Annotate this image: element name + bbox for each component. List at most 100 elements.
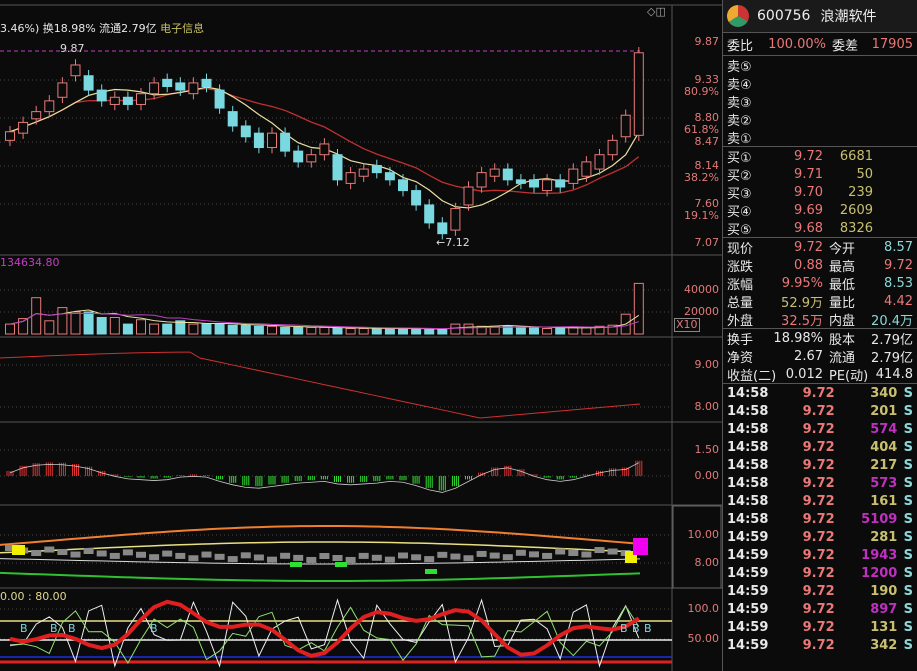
volume-bar bbox=[332, 328, 343, 335]
trend-block bbox=[253, 554, 264, 561]
candle bbox=[620, 114, 631, 138]
tick-side: S bbox=[903, 547, 913, 563]
volume-bar bbox=[240, 324, 251, 335]
fundamentals: 换手 18.98% 股本 2.79亿 净资 2.67 流通 2.79亿 收益(二) 0.012 PE… bbox=[723, 328, 917, 384]
sell-level: 卖② bbox=[723, 110, 917, 129]
tick-list[interactable]: 14:58 9.72 340 S 14:58 9.72 201 S 14:58 9.72 574 S 1… bbox=[723, 383, 917, 654]
volume-bar bbox=[515, 326, 526, 335]
volume-multiplier[interactable]: X10 bbox=[674, 318, 700, 332]
candle bbox=[358, 168, 369, 177]
candle bbox=[476, 172, 487, 188]
quote-label: 现价 bbox=[727, 241, 754, 257]
tick-side: S bbox=[903, 601, 913, 617]
tick-time: 14:58 bbox=[727, 493, 769, 509]
axis-tick-label: 8.00 bbox=[694, 400, 720, 413]
volume-bar bbox=[214, 323, 225, 335]
quote-label: 最低 bbox=[829, 277, 856, 293]
tick-volume: 573 bbox=[870, 475, 898, 491]
weicha-label: 委差 bbox=[832, 38, 859, 54]
sell-label: 卖② bbox=[727, 113, 752, 129]
trend-block bbox=[555, 548, 566, 555]
sell-label: 卖⑤ bbox=[727, 59, 752, 75]
tick-side: S bbox=[903, 493, 913, 509]
trend-block bbox=[70, 551, 81, 558]
fund-label: PE(动) bbox=[829, 368, 869, 384]
trend-block bbox=[515, 549, 526, 556]
tick-time: 14:59 bbox=[727, 583, 769, 599]
candle bbox=[5, 131, 15, 141]
trend-block bbox=[437, 551, 448, 558]
candle bbox=[345, 172, 356, 184]
trend-block bbox=[502, 554, 513, 561]
trend-block bbox=[568, 550, 579, 557]
buy-level: 买④ 9.69 2609 bbox=[723, 201, 917, 220]
tick-time: 14:58 bbox=[727, 385, 769, 401]
trend-block bbox=[240, 552, 251, 559]
volume-bar bbox=[5, 323, 15, 335]
tick-side: S bbox=[903, 583, 913, 599]
buy-label: 买⑤ bbox=[727, 222, 752, 238]
trend-block bbox=[371, 554, 382, 561]
volume-bar bbox=[44, 320, 55, 335]
volume-bar bbox=[227, 324, 238, 335]
fund-value: 2.79亿 bbox=[871, 332, 913, 348]
quote-label: 涨幅 bbox=[727, 277, 754, 293]
volume-bar bbox=[57, 307, 68, 335]
candle bbox=[398, 179, 408, 192]
quote-row: 外盘 32.5万 内盘 20.4万 bbox=[723, 310, 917, 329]
signal-block bbox=[335, 562, 347, 567]
candle bbox=[463, 186, 474, 206]
price-tick-label: 38.2% bbox=[684, 171, 719, 184]
buy-label: 买③ bbox=[727, 186, 752, 202]
trend-block bbox=[44, 546, 55, 553]
tick-row: 14:58 9.72 201 S bbox=[723, 402, 917, 420]
volume-bar bbox=[384, 328, 395, 335]
tick-side: S bbox=[903, 475, 913, 491]
quote-value: 20.4万 bbox=[871, 313, 913, 329]
buy-label: 买④ bbox=[727, 204, 752, 220]
tick-row: 14:59 9.72 190 S bbox=[723, 582, 917, 600]
candle bbox=[581, 161, 592, 177]
kline-chart[interactable]: 9.87←7.12B B B B B B B bbox=[0, 0, 722, 671]
tick-side: S bbox=[903, 403, 913, 419]
trend-block bbox=[358, 552, 369, 559]
trend-block bbox=[319, 552, 330, 559]
indicator-line bbox=[0, 351, 641, 419]
fund-label: 流通 bbox=[829, 350, 856, 366]
candle bbox=[136, 93, 146, 105]
chart-toolbar-icons[interactable]: ◇◫ bbox=[647, 5, 666, 18]
axis-tick-label: 20000 bbox=[684, 305, 719, 318]
tick-side: S bbox=[903, 439, 913, 455]
buy-signal-marker: B bbox=[20, 622, 28, 635]
trend-block bbox=[162, 550, 173, 557]
trend-block bbox=[136, 551, 146, 558]
tick-side: S bbox=[903, 511, 913, 527]
trend-block bbox=[306, 556, 317, 563]
candle bbox=[188, 82, 199, 95]
weibi-row: 委比 100.00% 委差 17905 bbox=[723, 33, 917, 55]
candle bbox=[57, 82, 68, 98]
axis-tick-label: 10.00 bbox=[687, 528, 720, 541]
volume-bar bbox=[122, 323, 133, 335]
volume-bar bbox=[529, 326, 539, 335]
candle bbox=[31, 111, 42, 120]
volume-bar bbox=[306, 326, 317, 335]
layout-icon[interactable]: ◫ bbox=[655, 5, 665, 18]
quote-row: 总量 52.9万 量比 4.42 bbox=[723, 292, 917, 311]
trend-block bbox=[96, 550, 107, 557]
axis-tick-label: 50.00 bbox=[687, 632, 720, 645]
volume-bar bbox=[542, 328, 553, 335]
volume-bar bbox=[136, 319, 146, 335]
candle bbox=[489, 168, 500, 177]
candle bbox=[44, 100, 55, 113]
tick-volume: 342 bbox=[870, 637, 898, 653]
tick-side: S bbox=[903, 385, 913, 401]
price-tick-label: 7.07 bbox=[694, 236, 720, 249]
tick-price: 9.72 bbox=[802, 601, 835, 617]
volume-bar bbox=[568, 326, 579, 335]
quote-value: 9.72 bbox=[794, 239, 823, 255]
trend-block bbox=[463, 555, 474, 562]
trend-block bbox=[214, 553, 225, 560]
candle bbox=[371, 164, 382, 174]
volume-bar bbox=[450, 323, 461, 335]
